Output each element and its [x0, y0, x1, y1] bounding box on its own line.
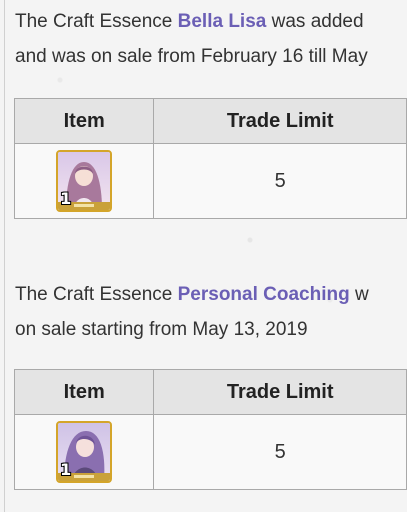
- header-item: Item: [13, 98, 155, 144]
- header-trade-limit: Trade Limit: [153, 369, 407, 415]
- section1-paragraph: The Craft Essence Bella Lisa was added a…: [15, 4, 407, 74]
- header-trade-limit: Trade Limit: [153, 98, 407, 144]
- section2-text-after: w: [349, 284, 369, 305]
- header-item: Item: [13, 369, 155, 415]
- bella-lisa-link[interactable]: Bella Lisa: [178, 11, 267, 32]
- trade-limit-cell: 5: [153, 143, 407, 219]
- section2-text-before: The Craft Essence: [15, 284, 178, 305]
- item-cell: 1: [13, 414, 155, 490]
- table-header-row: Item Trade Limit: [13, 369, 407, 415]
- item-cell: 1: [13, 143, 155, 219]
- section1-line2: and was on sale from February 16 till Ma…: [15, 46, 368, 67]
- section2-paragraph: The Craft Essence Personal Coaching w on…: [15, 277, 407, 347]
- table-row: 1 5: [13, 414, 407, 490]
- section2-trade-table: Item Trade Limit 1 5: [13, 369, 407, 490]
- section2-line2: on sale starting from May 13, 2019: [15, 319, 308, 340]
- section1-trade-table: Item Trade Limit 1 5: [13, 98, 407, 219]
- personal-coaching-card-icon[interactable]: 1: [56, 421, 113, 483]
- table-header-row: Item Trade Limit: [13, 98, 407, 144]
- section1-text-after: was added: [266, 11, 364, 32]
- section2-line1: The Craft Essence Personal Coaching w: [15, 277, 407, 312]
- personal-coaching-link[interactable]: Personal Coaching: [178, 284, 350, 305]
- table-row: 1 5: [13, 143, 407, 219]
- section1-line1: The Craft Essence Bella Lisa was added: [15, 4, 407, 39]
- content-border: [4, 0, 5, 512]
- trade-limit-cell: 5: [153, 414, 407, 490]
- item-count: 1: [60, 189, 72, 208]
- section1-text-before: The Craft Essence: [15, 11, 178, 32]
- bella-lisa-card-icon[interactable]: 1: [56, 150, 113, 212]
- item-count: 1: [60, 460, 72, 479]
